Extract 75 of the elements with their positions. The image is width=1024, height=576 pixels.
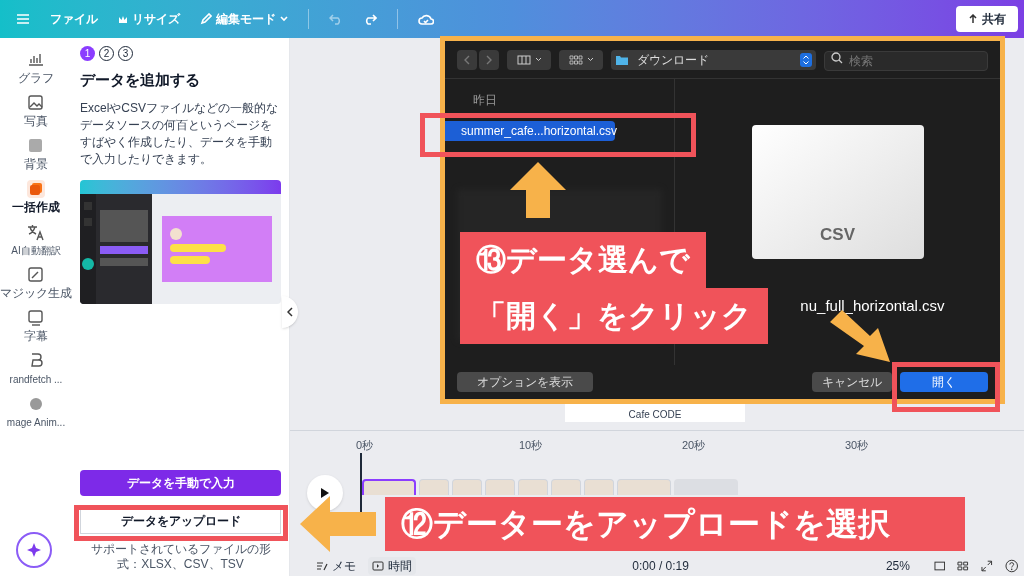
pencil-icon [200, 13, 212, 25]
play-button[interactable] [307, 475, 343, 511]
collapse-handle[interactable] [282, 296, 298, 328]
redo-icon [363, 13, 377, 25]
page-view-icon [933, 561, 946, 571]
sparkle-icon [26, 542, 42, 558]
supported-formats-note: サポートされているファイルの形式：XLSX、CSV、TSV [89, 542, 272, 572]
video-icon [372, 561, 384, 571]
panel-description: ExcelやCSVファイルなどの一般的なデータソースの何百というページをすばやく作成したり、データを手動で入力したりできます。 [80, 99, 280, 168]
forward-button[interactable] [479, 49, 499, 70]
preview-filename: nu_full_horizontal.csv [800, 296, 945, 316]
callout-label: 「開く」をクリック [460, 288, 768, 344]
rail-item[interactable]: 一括作成 [0, 179, 72, 214]
upload-data-button[interactable]: データをアップロード [80, 508, 281, 534]
stepper-icon [800, 52, 812, 67]
menu-icon [16, 13, 30, 25]
pointer-arrow [510, 162, 566, 218]
stacked-pages-icon [26, 179, 46, 199]
zoom-level: 25% [885, 558, 910, 575]
time-tick: 20秒 [682, 438, 706, 453]
notes-icon [316, 561, 328, 571]
share-button[interactable]: 共有 [956, 6, 1018, 32]
clip-thumbnail[interactable] [362, 479, 416, 495]
chevron-left-icon [464, 54, 470, 65]
search-field[interactable]: 検索 [824, 50, 988, 71]
section-label: 昨日 [472, 92, 498, 109]
playback-time: 0:00 / 0:19 [632, 558, 689, 575]
grid-view-button[interactable] [559, 49, 603, 70]
grid-icon [957, 561, 969, 571]
upload-icon [968, 14, 978, 24]
rail-item[interactable]: 写真 [0, 93, 72, 128]
notes-button[interactable]: メモ [316, 557, 356, 575]
canvas-page: Cafe CODE [565, 402, 745, 422]
column-view-button[interactable] [507, 49, 551, 70]
undo-icon [329, 13, 343, 25]
rail-item[interactable]: AI自動翻訳 [0, 222, 72, 257]
cloud-check-icon [418, 13, 434, 25]
step-indicator: 1 [80, 46, 95, 61]
csv-file-preview: CSV [751, 125, 924, 259]
crown-icon [118, 14, 128, 24]
rail-item[interactable]: マジック生成 [0, 265, 72, 300]
image-icon [26, 93, 46, 113]
cancel-button[interactable]: キャンセル [812, 372, 892, 392]
columns-icon [516, 54, 531, 65]
magic-button[interactable] [16, 532, 52, 568]
play-icon [320, 487, 330, 499]
rail-item[interactable]: グラフ [0, 50, 72, 85]
chevron-left-icon [287, 307, 293, 317]
search-icon [831, 51, 843, 64]
chevron-down-icon [534, 57, 542, 62]
help-icon [1004, 559, 1018, 573]
folder-icon [615, 53, 629, 66]
time-button[interactable]: 時間 [368, 557, 416, 575]
panel-title: データを追加する [80, 70, 201, 90]
chevron-down-icon [280, 16, 288, 22]
location-dropdown[interactable]: ダウンロード [611, 49, 816, 70]
rail-item[interactable]: 背景 [0, 136, 72, 171]
chevron-down-icon [586, 57, 594, 62]
callout-label: ⑫データーをアップロードを選択 [385, 497, 965, 551]
manual-entry-button[interactable]: データを手動で入力 [80, 470, 281, 496]
grid-icon [568, 54, 583, 65]
open-button[interactable]: 開く [900, 372, 988, 392]
options-button[interactable]: オプションを表示 [457, 372, 593, 392]
time-tick: 10秒 [519, 438, 543, 453]
back-button[interactable] [457, 49, 477, 70]
rail-item[interactable]: 字幕 [0, 308, 72, 343]
rail-item[interactable]: mage Anim... [0, 394, 72, 429]
expand-icon [981, 560, 993, 572]
time-tick: 30秒 [845, 438, 869, 453]
translate-icon [26, 222, 46, 242]
rail-item[interactable]: randfetch ... [0, 351, 72, 386]
callout-label: ⑬データ選んで [460, 232, 706, 288]
chevron-right-icon [486, 54, 492, 65]
time-tick: 0秒 [356, 438, 374, 453]
caption-icon [26, 308, 46, 328]
